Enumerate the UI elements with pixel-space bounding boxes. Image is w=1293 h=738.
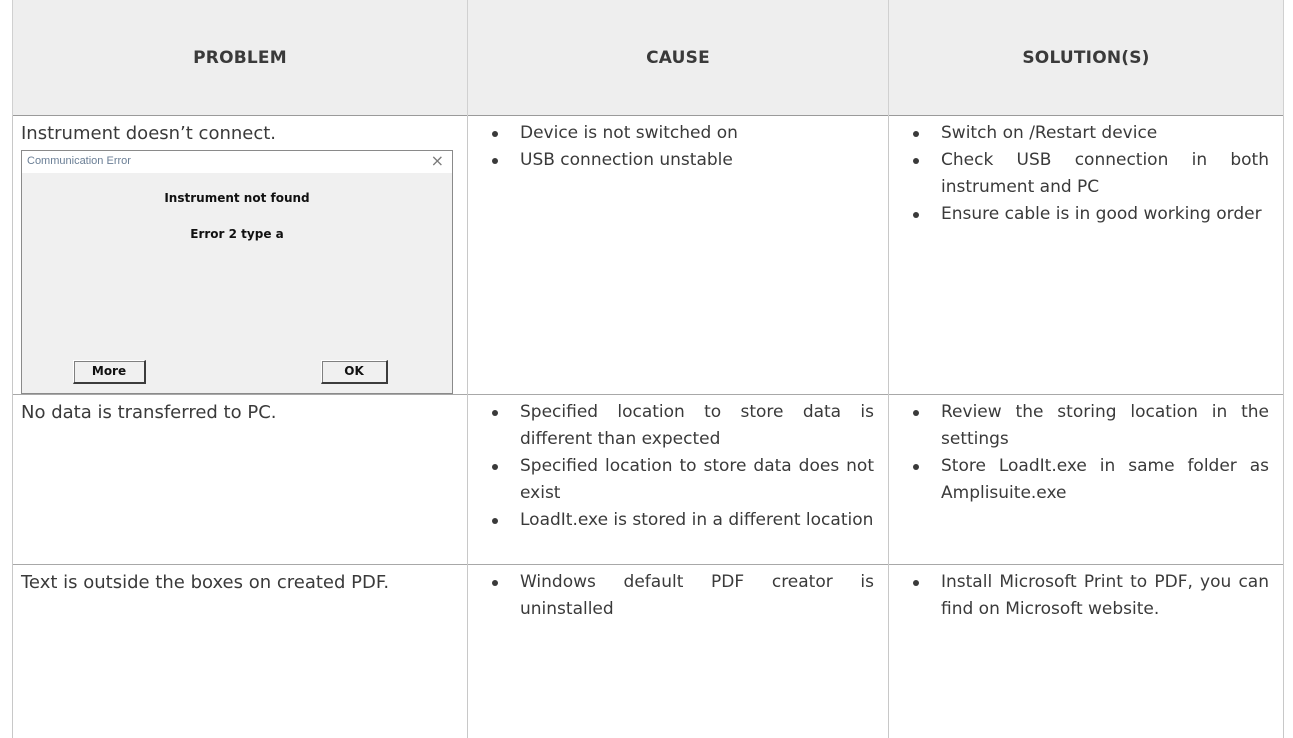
list-item: Install Microsoft Print to PDF, you can … bbox=[897, 569, 1269, 623]
bullet-dot-icon bbox=[492, 158, 498, 164]
table-row: Text is outside the boxes on created PDF… bbox=[12, 564, 1284, 738]
bullet-dot-icon bbox=[913, 158, 919, 164]
page: PROBLEM CAUSE SOLUTION(S) Instrument doe… bbox=[0, 0, 1293, 738]
problem-text: Text is outside the boxes on created PDF… bbox=[21, 572, 390, 593]
cause-text: USB connection unstable bbox=[520, 150, 733, 170]
ok-button[interactable]: OK bbox=[321, 360, 388, 384]
bullet-dot-icon bbox=[913, 131, 919, 137]
solution-list: Review the storing location in the setti… bbox=[889, 395, 1283, 507]
solution-cell: Install Microsoft Print to PDF, you can … bbox=[888, 564, 1284, 738]
cause-text: LoadIt.exe is stored in a different loca… bbox=[520, 510, 874, 530]
dialog-title: Communication Error bbox=[27, 155, 131, 167]
bullet-dot-icon bbox=[492, 518, 498, 524]
cause-list: Windows default PDF creator is uninstall… bbox=[468, 565, 888, 623]
cause-text: Windows default PDF creator is uninstall… bbox=[520, 572, 874, 619]
troubleshooting-table: PROBLEM CAUSE SOLUTION(S) Instrument doe… bbox=[12, 0, 1284, 738]
dialog-error-code: Error 2 type a bbox=[190, 227, 284, 241]
bullet-dot-icon bbox=[913, 464, 919, 470]
cause-text: Specified location to store data is diff… bbox=[520, 402, 874, 449]
list-item: Switch on /Restart device bbox=[897, 120, 1269, 147]
dialog-titlebar: Communication Error × bbox=[22, 151, 452, 173]
solution-text: Switch on /Restart device bbox=[941, 123, 1158, 143]
bullet-dot-icon bbox=[913, 410, 919, 416]
cause-list: Device is not switched on USB connection… bbox=[468, 116, 888, 174]
header-problem: PROBLEM bbox=[12, 0, 468, 116]
problem-cell: Instrument doesn’t connect. Communicatio… bbox=[12, 115, 468, 395]
list-item: Device is not switched on bbox=[476, 120, 874, 147]
bullet-dot-icon bbox=[492, 131, 498, 137]
list-item: USB connection unstable bbox=[476, 147, 874, 174]
solution-text: Store LoadIt.exe in same folder as Ampli… bbox=[941, 456, 1269, 503]
problem-cell: No data is transferred to PC. bbox=[12, 394, 468, 565]
bullet-dot-icon bbox=[492, 464, 498, 470]
cause-cell: Specified location to store data is diff… bbox=[467, 394, 889, 565]
cause-list: Specified location to store data is diff… bbox=[468, 395, 888, 534]
cause-text: Device is not switched on bbox=[520, 123, 738, 143]
table-row: Instrument doesn’t connect. Communicatio… bbox=[12, 115, 1284, 395]
dialog-message: Instrument not found bbox=[164, 191, 310, 205]
more-button[interactable]: More bbox=[73, 360, 146, 384]
error-dialog-screenshot: Communication Error × Instrument not fou… bbox=[21, 150, 453, 394]
list-item: Ensure cable is in good working order bbox=[897, 201, 1269, 228]
solution-text: Install Microsoft Print to PDF, you can … bbox=[941, 572, 1269, 619]
bullet-dot-icon bbox=[492, 410, 498, 416]
problem-text: Instrument doesn’t connect. bbox=[21, 123, 277, 144]
solution-list: Switch on /Restart device Check USB conn… bbox=[889, 116, 1283, 228]
solution-list: Install Microsoft Print to PDF, you can … bbox=[889, 565, 1283, 623]
solution-text: Review the storing location in the setti… bbox=[941, 402, 1269, 449]
cause-text: Specified location to store data does no… bbox=[520, 456, 874, 503]
table-row: No data is transferred to PC. Specified … bbox=[12, 394, 1284, 565]
list-item: Check USB connection in both instrument … bbox=[897, 147, 1269, 201]
cause-cell: Device is not switched on USB connection… bbox=[467, 115, 889, 395]
list-item: LoadIt.exe is stored in a different loca… bbox=[476, 507, 874, 534]
list-item: Windows default PDF creator is uninstall… bbox=[476, 569, 874, 623]
problem-cell: Text is outside the boxes on created PDF… bbox=[12, 564, 468, 738]
close-icon[interactable]: × bbox=[431, 152, 444, 170]
bullet-dot-icon bbox=[913, 212, 919, 218]
solution-cell: Review the storing location in the setti… bbox=[888, 394, 1284, 565]
header-cause: CAUSE bbox=[467, 0, 889, 116]
bullet-dot-icon bbox=[492, 580, 498, 586]
list-item: Store LoadIt.exe in same folder as Ampli… bbox=[897, 453, 1269, 507]
solution-text: Ensure cable is in good working order bbox=[941, 204, 1262, 224]
header-solutions: SOLUTION(S) bbox=[888, 0, 1284, 116]
header-row: PROBLEM CAUSE SOLUTION(S) bbox=[12, 0, 1284, 116]
solution-text: Check USB connection in both instrument … bbox=[941, 150, 1269, 197]
list-item: Review the storing location in the setti… bbox=[897, 399, 1269, 453]
problem-text: No data is transferred to PC. bbox=[21, 402, 277, 423]
bullet-dot-icon bbox=[913, 580, 919, 586]
list-item: Specified location to store data does no… bbox=[476, 453, 874, 507]
solution-cell: Switch on /Restart device Check USB conn… bbox=[888, 115, 1284, 395]
list-item: Specified location to store data is diff… bbox=[476, 399, 874, 453]
cause-cell: Windows default PDF creator is uninstall… bbox=[467, 564, 889, 738]
